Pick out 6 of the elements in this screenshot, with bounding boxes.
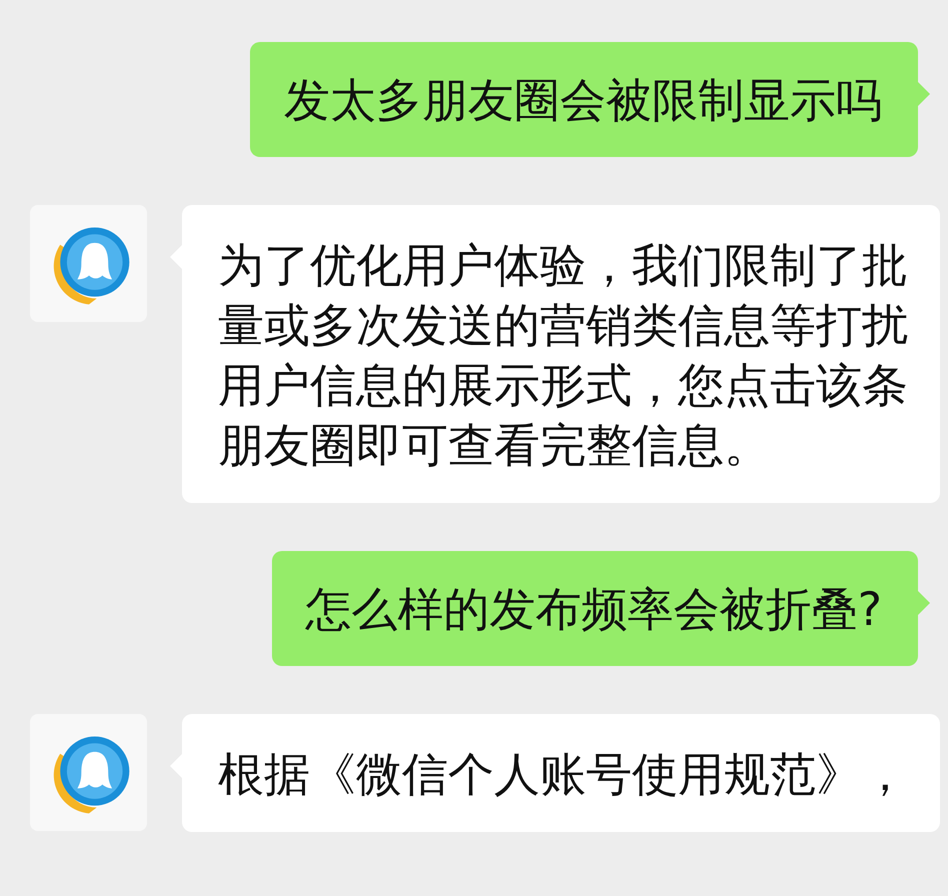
sent-message: 发太多朋友圈会被限制显示吗 (250, 42, 918, 157)
received-message: 根据《微信个人账号使用规范》， (182, 714, 940, 832)
bubble-tail (918, 591, 930, 615)
sent-message: 怎么样的发布频率会被折叠? (272, 551, 918, 666)
received-message: 为了优化用户体验，我们限制了批量或多次发送的营销类信息等打扰用户信息的展示形式，您点击该条朋友圈即可查看完整信息。 (182, 205, 940, 503)
bubble-tail (918, 82, 930, 106)
